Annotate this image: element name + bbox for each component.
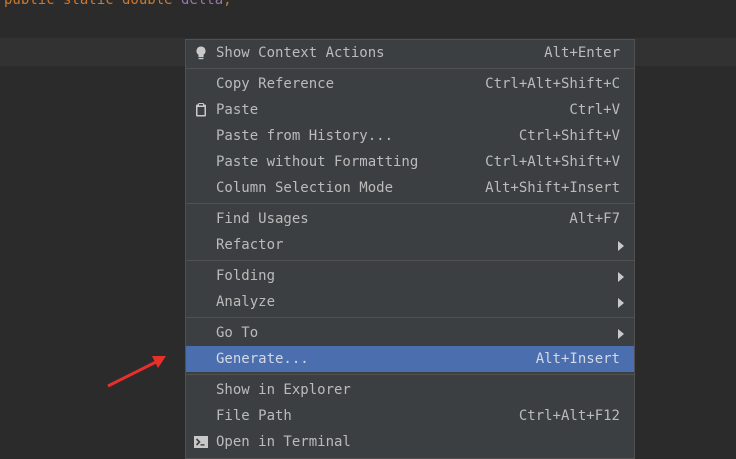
menu-item-shortcut: Ctrl+Alt+Shift+C xyxy=(485,76,620,92)
menu-item-label: Go To xyxy=(216,325,259,341)
menu-separator xyxy=(186,317,634,318)
menu-item-show-context-actions[interactable]: Show Context Actions Alt+Enter xyxy=(186,40,634,66)
menu-item-refactor[interactable]: Refactor xyxy=(186,232,634,258)
menu-item-shortcut: Ctrl+Alt+Shift+V xyxy=(485,154,620,170)
menu-separator xyxy=(186,203,634,204)
menu-item-file-path[interactable]: File Path Ctrl+Alt+F12 xyxy=(186,403,634,429)
menu-item-find-usages[interactable]: Find Usages Alt+F7 xyxy=(186,206,634,232)
menu-item-label: Show Context Actions xyxy=(216,45,385,61)
menu-item-shortcut: Alt+Insert xyxy=(535,351,620,367)
menu-item-analyze[interactable]: Analyze xyxy=(186,289,634,315)
menu-item-label: Generate... xyxy=(216,351,309,367)
submenu-arrow-icon xyxy=(618,272,624,282)
lightbulb-icon xyxy=(196,46,206,60)
terminal-icon xyxy=(194,436,208,448)
menu-item-generate[interactable]: Generate... Alt+Insert xyxy=(186,346,634,372)
menu-item-column-selection-mode[interactable]: Column Selection Mode Alt+Shift+Insert xyxy=(186,175,634,201)
menu-item-paste-without-formatting[interactable]: Paste without Formatting Ctrl+Alt+Shift+… xyxy=(186,149,634,175)
menu-item-label: Paste without Formatting xyxy=(216,154,419,170)
menu-item-shortcut: Ctrl+Shift+V xyxy=(518,128,620,144)
context-menu: Show Context Actions Alt+Enter Copy Refe… xyxy=(185,39,635,459)
submenu-arrow-icon xyxy=(618,241,624,251)
menu-item-label: Show in Explorer xyxy=(216,382,351,398)
menu-item-go-to[interactable]: Go To xyxy=(186,320,634,346)
menu-item-label: Find Usages xyxy=(216,211,309,227)
menu-item-shortcut: Ctrl+V xyxy=(569,102,620,118)
menu-item-label: Paste from History... xyxy=(216,128,394,144)
menu-separator xyxy=(186,260,634,261)
menu-item-shortcut: Alt+Enter xyxy=(544,45,620,61)
menu-item-show-in-explorer[interactable]: Show in Explorer xyxy=(186,377,634,403)
menu-item-copy-reference[interactable]: Copy Reference Ctrl+Alt+Shift+C xyxy=(186,71,634,97)
clipboard-icon xyxy=(196,103,206,117)
menu-item-open-in-terminal[interactable]: Open in Terminal xyxy=(186,429,634,455)
menu-item-label: Copy Reference xyxy=(216,76,335,92)
menu-item-folding[interactable]: Folding xyxy=(186,263,634,289)
menu-item-label: Open in Terminal xyxy=(216,434,351,450)
menu-item-shortcut: Alt+Shift+Insert xyxy=(485,180,620,196)
menu-item-label: Analyze xyxy=(216,294,276,310)
menu-item-paste[interactable]: Paste Ctrl+V xyxy=(186,97,634,123)
menu-item-label: Column Selection Mode xyxy=(216,180,394,196)
submenu-arrow-icon xyxy=(618,298,624,308)
menu-item-paste-from-history[interactable]: Paste from History... Ctrl+Shift+V xyxy=(186,123,634,149)
submenu-arrow-icon xyxy=(618,329,624,339)
menu-item-label: File Path xyxy=(216,408,292,424)
menu-item-label: Refactor xyxy=(216,237,284,253)
menu-item-shortcut: Alt+F7 xyxy=(569,211,620,227)
code-semicolon: ; xyxy=(223,0,232,8)
code-line: public static double delta; xyxy=(4,0,232,10)
code-identifier: delta xyxy=(181,0,224,8)
menu-separator xyxy=(186,68,634,69)
annotation-arrow-icon xyxy=(107,356,166,388)
code-keywords: public static double xyxy=(4,0,173,8)
menu-separator xyxy=(186,374,634,375)
menu-item-label: Folding xyxy=(216,268,276,284)
menu-item-label: Paste xyxy=(216,102,259,118)
menu-item-shortcut: Ctrl+Alt+F12 xyxy=(518,408,620,424)
